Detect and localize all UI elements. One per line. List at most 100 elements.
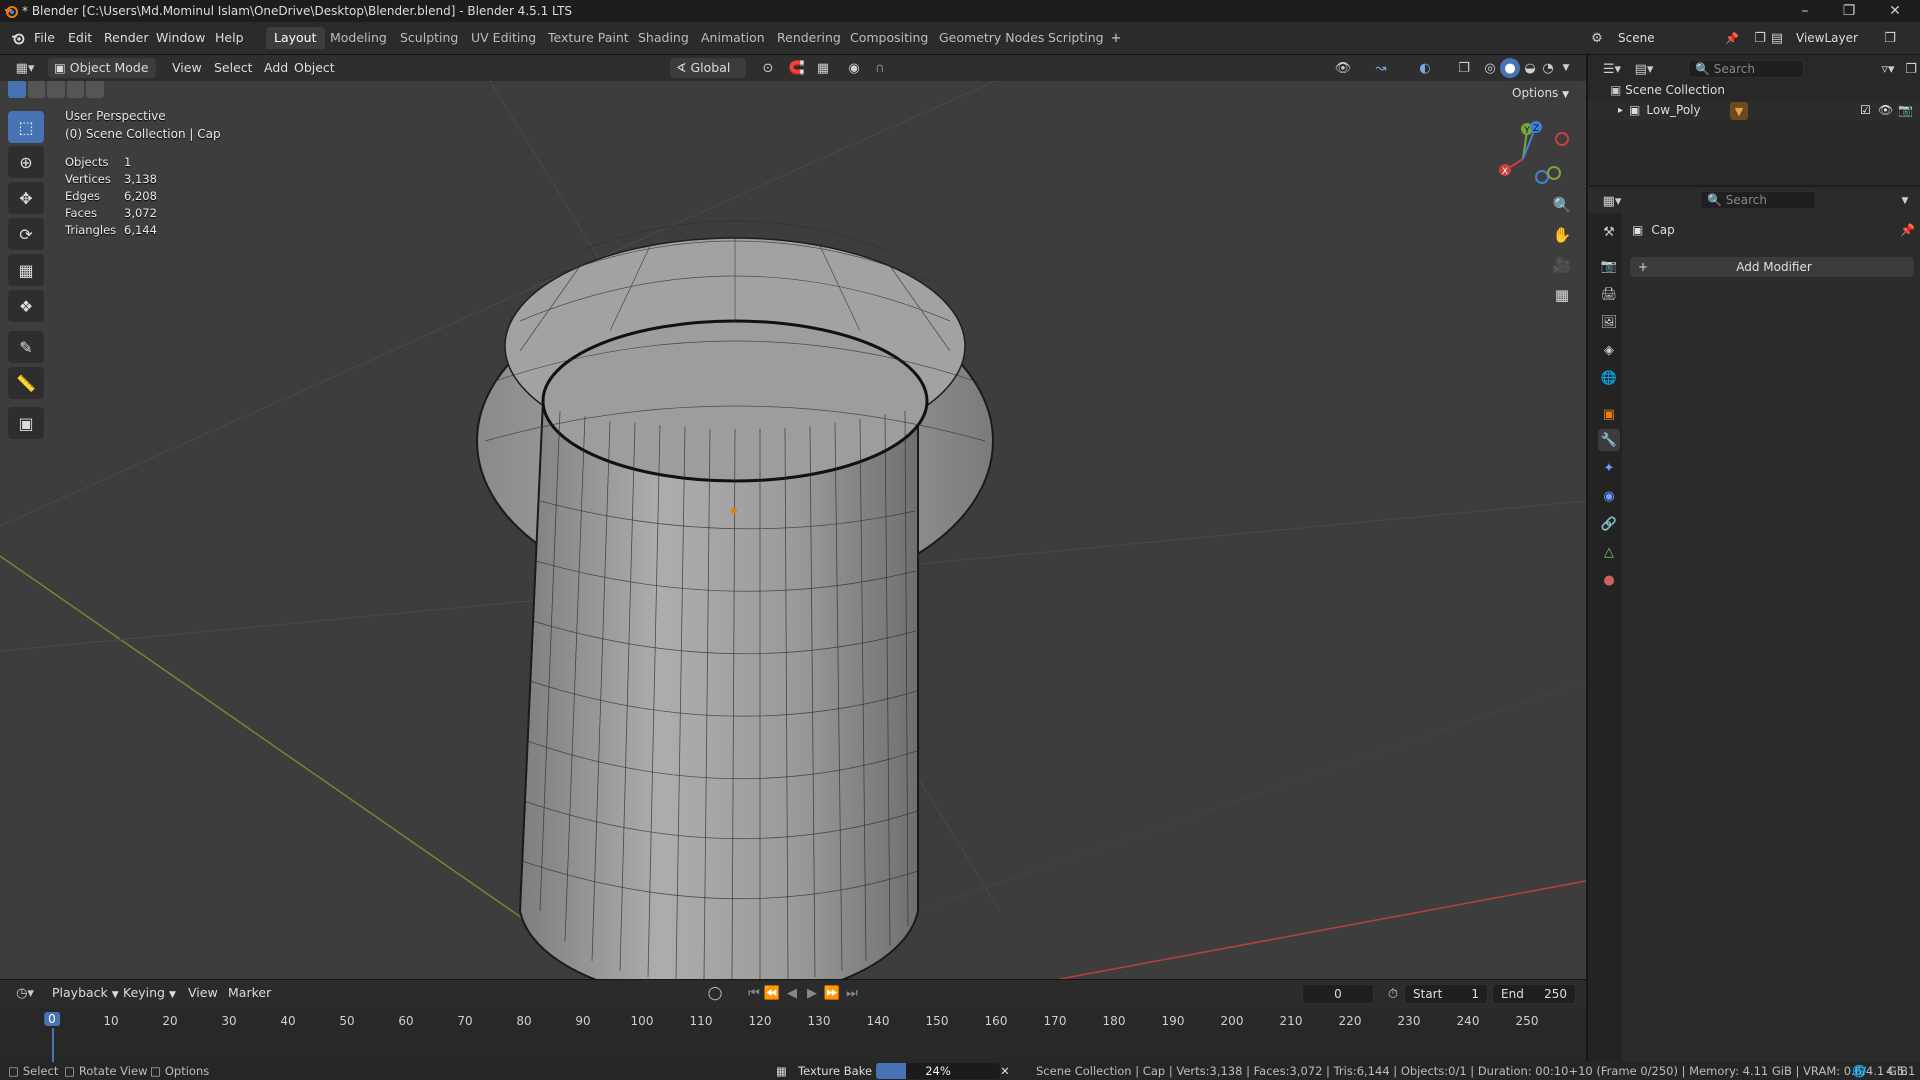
pivot-icon[interactable]: ⊙ — [754, 58, 782, 78]
scene-selector[interactable]: Scene — [1612, 27, 1720, 49]
tab-scripting[interactable]: Scripting — [1040, 27, 1112, 49]
eye-icon[interactable]: 👁 — [1878, 103, 1893, 117]
select-box-tool[interactable]: ⬚ — [8, 111, 44, 143]
pin-properties-icon[interactable]: 📌 — [1900, 223, 1915, 237]
add-workspace-icon[interactable]: + — [1108, 30, 1124, 46]
snap-target-icon[interactable]: ▦ — [808, 58, 838, 78]
measure-tool[interactable]: 📏 — [8, 367, 44, 399]
pan-hand-icon[interactable]: ✋ — [1548, 221, 1576, 249]
cursor-tool[interactable]: ⊕ — [8, 146, 44, 178]
view-layer-selector[interactable]: ViewLayer — [1790, 27, 1880, 49]
outliner-editor-type-icon[interactable]: ☰▾ — [1598, 60, 1626, 78]
select-invert-icon[interactable] — [66, 81, 85, 98]
tab-compositing[interactable]: Compositing — [842, 27, 936, 49]
outliner-search-input[interactable]: 🔍 Search — [1688, 60, 1804, 78]
snap-icon[interactable]: 🧲 — [786, 58, 808, 78]
modifier-tab-icon[interactable]: 🔧 — [1598, 429, 1620, 451]
duplicate-view-layer-icon[interactable]: ❐ — [1880, 28, 1900, 48]
tab-texture-paint[interactable]: Texture Paint — [540, 27, 637, 49]
camera-icon[interactable]: 🎥 — [1548, 251, 1576, 279]
menu-file[interactable]: File — [28, 28, 61, 48]
add-cube-tool[interactable]: ▣ — [8, 407, 44, 439]
3d-viewport[interactable]: ⬚ ⊕ ✥ ⟳ ▦ ❖ ✎ 📏 ▣ User Perspective (0) S… — [0, 81, 1586, 979]
camera-render-icon[interactable]: 📷 — [1898, 103, 1913, 117]
editor-type-icon[interactable]: ▦▾ — [10, 59, 40, 77]
tick-0[interactable]: 0 — [44, 1012, 60, 1026]
menu-object[interactable]: Object — [288, 58, 341, 78]
menu-edit[interactable]: Edit — [62, 28, 98, 48]
mode-selector[interactable]: ▣ Object Mode ▼ — [48, 58, 156, 95]
xray-icon[interactable]: ❐ — [1454, 58, 1474, 78]
rotate-tool[interactable]: ⟳ — [8, 218, 44, 250]
gizmo-icon[interactable]: ↝ — [1364, 58, 1398, 78]
data-tab-icon[interactable]: △ — [1598, 541, 1620, 563]
network-icon[interactable]: 🌐 — [1852, 1064, 1866, 1078]
select-extend-icon[interactable] — [27, 81, 46, 98]
menu-select[interactable]: Select — [208, 58, 259, 78]
rendered-shading-icon[interactable]: ◔ — [1538, 58, 1558, 78]
close-icon[interactable]: ✕ — [1872, 0, 1918, 22]
annotate-tool[interactable]: ✎ — [8, 331, 44, 363]
minimize-icon[interactable]: – — [1782, 0, 1828, 22]
tab-layout[interactable]: Layout — [266, 27, 325, 49]
filter-icon[interactable]: ▿▾ — [1874, 60, 1902, 78]
overlay-icon[interactable]: ◐ — [1408, 58, 1442, 78]
view-layer-icon[interactable]: ▤ — [1764, 28, 1790, 48]
menu-render[interactable]: Render — [98, 28, 155, 48]
render-tab-icon[interactable]: 📷 — [1598, 255, 1620, 277]
tab-shading[interactable]: Shading — [630, 27, 697, 49]
solid-shading-icon[interactable]: ● — [1500, 58, 1520, 78]
transform-tool[interactable]: ❖ — [8, 290, 44, 322]
maximize-icon[interactable]: ❐ — [1826, 0, 1872, 22]
expand-chevron-icon[interactable]: ▸ — [1618, 105, 1623, 116]
scene-collection-row[interactable]: ▣ Scene Collection — [1610, 83, 1725, 97]
object-tab-icon[interactable]: ▣ — [1598, 403, 1620, 425]
ortho-grid-icon[interactable]: ▦ — [1548, 281, 1576, 309]
options-button[interactable]: Options ▼ — [1506, 83, 1578, 103]
move-tool[interactable]: ✥ — [8, 182, 44, 214]
playhead[interactable] — [52, 1028, 54, 1062]
scale-tool[interactable]: ▦ — [8, 254, 44, 286]
select-subtract-icon[interactable] — [47, 81, 65, 98]
display-mode-icon[interactable]: ▤▾ — [1630, 60, 1658, 78]
properties-search-input[interactable]: 🔍 Search — [1700, 191, 1816, 209]
tab-sculpting[interactable]: Sculpting — [392, 27, 466, 49]
pin-icon[interactable]: 📌 — [1722, 28, 1742, 48]
material-shading-icon[interactable]: ◒ — [1520, 58, 1540, 78]
properties-options-icon[interactable]: ▼ — [1896, 192, 1914, 210]
select-intersect-icon[interactable] — [86, 81, 104, 98]
particles-tab-icon[interactable]: ✦ — [1598, 457, 1620, 479]
falloff-icon[interactable]: ∩ — [866, 58, 894, 78]
add-modifier-button[interactable]: + Add Modifier — [1630, 257, 1914, 277]
constraints-tab-icon[interactable]: 🔗 — [1598, 513, 1620, 535]
output-tab-icon[interactable]: 🖨 — [1598, 283, 1620, 305]
menu-window[interactable]: Window — [150, 28, 211, 48]
tool-tab-icon[interactable]: ⚒ — [1598, 221, 1620, 243]
tab-geometry-nodes[interactable]: Geometry Nodes — [931, 27, 1052, 49]
properties-editor-type-icon[interactable]: ▦▾ — [1598, 192, 1626, 210]
scene-tab-icon[interactable]: ◈ — [1598, 339, 1620, 361]
view-layer-tab-icon[interactable]: 🖼 — [1598, 311, 1620, 333]
physics-tab-icon[interactable]: ◉ — [1598, 485, 1620, 507]
proportional-edit-icon[interactable]: ◉ — [844, 58, 864, 78]
navigation-gizmo[interactable]: X Y Z — [1490, 117, 1570, 197]
tab-animation[interactable]: Animation — [693, 27, 773, 49]
exclude-checkbox[interactable]: ☑ — [1860, 103, 1871, 117]
zoom-icon[interactable]: 🔍 — [1548, 191, 1576, 219]
wireframe-shading-icon[interactable]: ◎ — [1480, 58, 1500, 78]
modifier-badge-icon[interactable]: ▼ — [1730, 102, 1748, 120]
tab-uv-editing[interactable]: UV Editing — [463, 27, 544, 49]
tab-modeling[interactable]: Modeling — [322, 27, 395, 49]
world-tab-icon[interactable]: 🌐 — [1598, 367, 1620, 389]
low-poly-row[interactable]: ▸ ▣ Low_Poly — [1618, 103, 1701, 117]
tab-rendering[interactable]: Rendering — [769, 27, 849, 49]
scene-icon[interactable]: ⚙ — [1586, 28, 1608, 48]
blender-menu-icon[interactable] — [8, 28, 28, 48]
new-collection-icon[interactable]: ❐ — [1902, 60, 1920, 78]
material-tab-icon[interactable]: ● — [1598, 569, 1620, 591]
shading-options-icon[interactable]: ▼ — [1558, 58, 1574, 78]
transform-orientation[interactable]: ∢ Global ▼ — [670, 58, 746, 95]
select-new-icon[interactable] — [8, 81, 26, 98]
visibility-icon[interactable]: 👁 — [1328, 58, 1358, 78]
menu-help[interactable]: Help — [209, 28, 250, 48]
